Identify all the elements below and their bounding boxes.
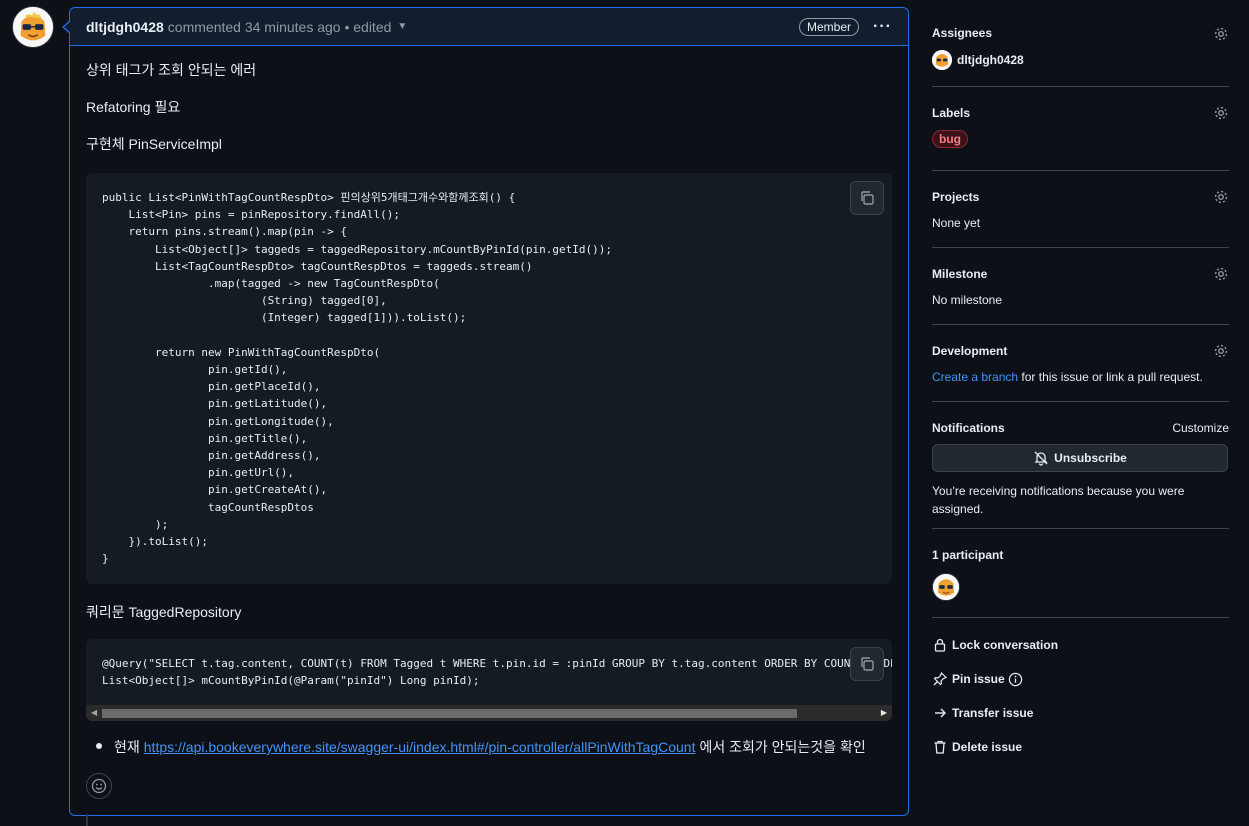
unsubscribe-button[interactable]: Unsubscribe [932,444,1228,472]
bullet-dot [96,743,102,749]
member-badge: Member [799,17,860,36]
code-service: public List<PinWithTagCountRespDto> 핀의상위… [102,191,612,566]
projects-section: Projects None yet [932,171,1229,248]
horizontal-scrollbar[interactable]: ◀ ▶ [86,705,892,721]
notifications-section: Notifications Customize Unsubscribe You’… [932,402,1229,529]
paragraph-error: 상위 태그가 조회 안되는 에러 [86,62,257,78]
unsubscribe-label: Unsubscribe [1054,451,1127,465]
projects-title[interactable]: Projects [932,190,1229,204]
comment-meta[interactable]: commented 34 minutes ago • edited [168,19,392,35]
copy-button[interactable] [850,181,884,215]
assignees-title[interactable]: Assignees [932,26,1229,40]
comment-header: dltjdgh0428 commented 34 minutes ago • e… [62,8,908,46]
bullet-suffix: 에서 조회가 안되는것을 확인 [699,739,866,755]
scroll-left-icon[interactable]: ◀ [91,708,97,717]
milestone-value: No milestone [932,293,1003,307]
assignee-name: dltjdgh0428 [957,53,1024,67]
issue-page: dltjdgh0428 commented 34 minutes ago • e… [0,0,1249,826]
issue-actions: Lock conversation Pin issue Transfer iss… [932,618,1229,764]
lock-icon [934,638,946,652]
gear-icon[interactable] [1213,343,1229,359]
comment-body: 상위 태그가 조회 안되는 에러 Refatoring 필요 구현체 PinSe… [70,46,908,773]
paragraph-impl: 구현체 PinServiceImpl [86,136,222,152]
gear-icon[interactable] [1213,266,1229,282]
development-text: Create a branch for this issue or link a… [932,370,1229,384]
bullet-prefix: 현재 [114,739,140,755]
lock-conversation-action[interactable]: Lock conversation [932,628,1229,662]
transfer-issue-action[interactable]: Transfer issue [932,696,1229,730]
avatar-image [13,7,53,47]
projects-value: None yet [932,216,981,230]
info-icon[interactable] [1008,672,1023,687]
participants-title: 1 participant [932,548,1004,562]
milestone-title[interactable]: Milestone [932,267,1229,281]
gear-icon[interactable] [1213,189,1229,205]
more-options-icon[interactable]: ··· [873,18,892,36]
milestone-section: Milestone No milestone [932,248,1229,325]
gear-icon[interactable] [1213,105,1229,121]
list-item: 현재 https://api.bookeverywhere.site/swagg… [96,737,892,757]
swagger-link[interactable]: https://api.bookeverywhere.site/swagger-… [144,739,696,755]
code-block-service: public List<PinWithTagCountRespDto> 핀의상위… [86,173,892,584]
pin-icon [933,671,948,686]
arrow-right-icon [935,708,946,718]
pin-label: Pin issue [952,672,1005,686]
development-suffix: for this issue or link a pull request. [1021,370,1203,384]
assignees-section: Assignees dltjdgh0428 [932,14,1229,87]
lock-label: Lock conversation [952,638,1059,652]
participant-avatar[interactable] [932,573,960,601]
scrollbar-thumb[interactable] [102,709,797,718]
paragraph-query: 쿼리문 TaggedRepository [86,604,242,620]
paragraph-refactoring: Refatoring 필요 [86,99,181,115]
add-reaction-button[interactable] [86,773,112,799]
timeline-line [86,814,88,826]
issue-sidebar: Assignees dltjdgh0428 Labels bug Project… [932,14,1229,764]
smiley-icon [91,778,107,794]
edit-history-caret-icon[interactable]: ▼ [397,21,407,32]
assignee-item[interactable]: dltjdgh0428 [932,50,1229,70]
development-title[interactable]: Development [932,344,1229,358]
copy-icon [861,191,874,205]
label-bug[interactable]: bug [932,130,968,148]
copy-button-query[interactable] [850,647,884,681]
comment-author[interactable]: dltjdgh0428 [86,19,164,35]
delete-label: Delete issue [952,740,1023,754]
participants-section: 1 participant [932,529,1229,618]
copy-icon [861,657,874,671]
labels-section: Labels bug [932,87,1229,171]
delete-issue-action[interactable]: Delete issue [932,730,1229,764]
bell-slash-icon [1034,451,1048,466]
author-avatar[interactable] [12,6,54,48]
trash-icon [934,740,946,754]
scroll-right-icon[interactable]: ▶ [881,708,887,717]
issue-comment: dltjdgh0428 commented 34 minutes ago • e… [62,7,909,816]
transfer-label: Transfer issue [952,706,1034,720]
development-section: Development Create a branch for this iss… [932,325,1229,402]
pin-issue-action[interactable]: Pin issue [932,662,1229,696]
gear-icon[interactable] [1213,26,1229,42]
notification-reason: You’re receiving notifications because y… [932,484,1185,516]
code-query: @Query("SELECT t.tag.content, COUNT(t) F… [102,657,892,688]
create-branch-link[interactable]: Create a branch [932,370,1018,384]
assignee-avatar [932,50,952,70]
customize-link[interactable]: Customize [1172,421,1229,435]
code-block-query: @Query("SELECT t.tag.content, COUNT(t) F… [86,639,892,721]
labels-title[interactable]: Labels [932,106,1229,120]
